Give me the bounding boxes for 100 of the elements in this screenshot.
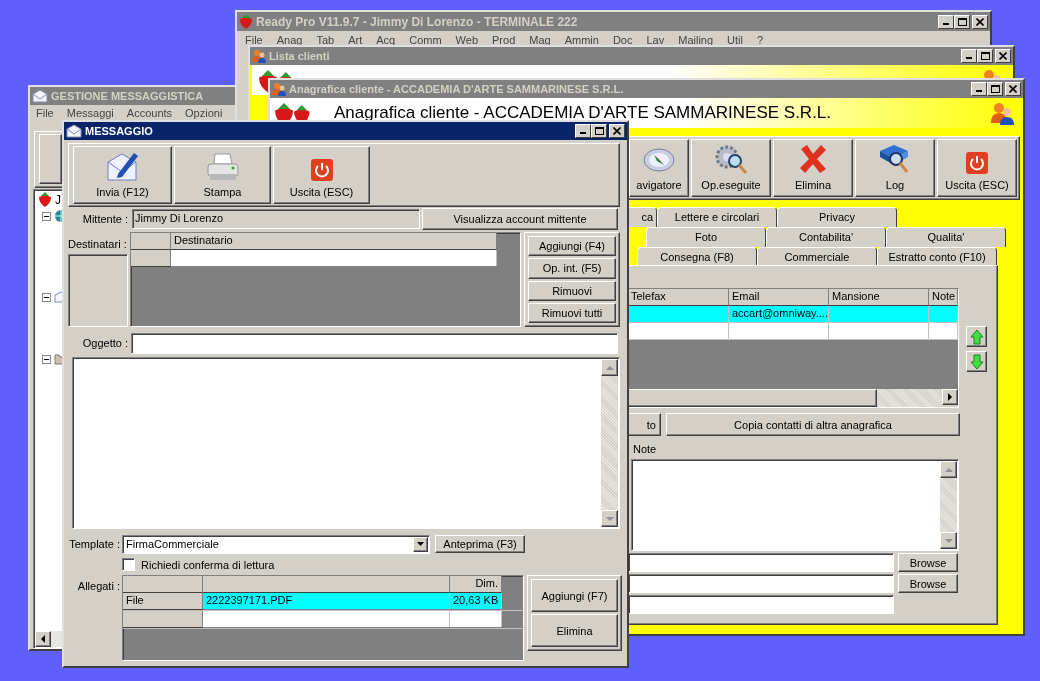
button[interactable]: to — [628, 413, 661, 436]
menu-item[interactable]: Tab — [316, 34, 335, 48]
minimize-button[interactable] — [971, 82, 987, 96]
column-header[interactable]: Telefax — [628, 289, 729, 306]
maximize-button[interactable] — [591, 124, 607, 138]
menu-item[interactable]: Messaggi — [66, 107, 114, 121]
menu-item[interactable]: Acq — [376, 34, 396, 48]
tab[interactable]: Qualita' — [886, 227, 1006, 247]
close-button[interactable] — [995, 49, 1011, 63]
menu-item[interactable]: Mag — [529, 34, 551, 48]
field-label: Note — [633, 443, 658, 457]
toolbar-button[interactable]: Log — [855, 139, 935, 197]
toolbar-button[interactable]: Uscita (ESC) — [273, 146, 370, 204]
maximize-button[interactable] — [954, 14, 970, 29]
button[interactable]: Anteprima (F3) — [435, 535, 525, 553]
menu-item[interactable]: Anag — [276, 34, 303, 48]
minimize-button[interactable] — [575, 124, 591, 138]
move-down-button[interactable] — [966, 351, 987, 372]
table-row[interactable] — [123, 611, 523, 629]
button[interactable]: Op. int. (F5) — [528, 258, 616, 279]
table-cell: 2222397171.PDF — [206, 594, 293, 606]
checkbox-label: Richiedi conferma di lettura — [141, 558, 275, 571]
scroll-up-button[interactable] — [601, 359, 618, 376]
collapse-icon[interactable] — [42, 354, 51, 364]
input-field[interactable] — [628, 553, 894, 572]
toolbar-button[interactable]: Op.eseguite — [691, 139, 771, 197]
field-label: Oggetto : — [81, 337, 128, 349]
menu-item[interactable]: Opzioni — [185, 107, 223, 121]
subject-field[interactable] — [131, 332, 618, 354]
scroll-thumb[interactable] — [628, 389, 877, 407]
toolbar-button[interactable]: Uscita (ESC) — [937, 139, 1017, 197]
button[interactable]: Copia contatti di altra anagrafica — [666, 413, 960, 436]
button[interactable]: Rimuovi tutti — [528, 302, 616, 323]
scroll-right-button[interactable] — [942, 389, 958, 405]
browse-button[interactable]: Browse — [898, 553, 958, 572]
scroll-left-button[interactable] — [35, 631, 51, 647]
scroll-down-button[interactable] — [940, 532, 957, 549]
menu-item[interactable]: File — [36, 107, 54, 121]
notes-field[interactable] — [631, 459, 959, 551]
tab[interactable]: Lettere e circolari — [657, 207, 777, 227]
minimize-button[interactable] — [938, 14, 954, 29]
column-header[interactable]: Destinatario — [171, 233, 497, 250]
menu-item[interactable]: Web — [455, 34, 479, 48]
collapse-icon[interactable] — [42, 292, 51, 302]
toolbar-button[interactable] — [39, 134, 62, 184]
menu-item[interactable]: Prod — [492, 34, 516, 48]
menu-item[interactable]: ? — [757, 34, 764, 48]
menu-item[interactable]: File — [245, 34, 263, 48]
tab[interactable]: Privacy — [777, 207, 897, 227]
field-label: Mittente : — [81, 213, 128, 225]
table-row[interactable]: accart@omniway.... — [628, 306, 958, 323]
maximize-button[interactable] — [987, 82, 1003, 96]
collapse-icon[interactable] — [42, 211, 51, 221]
toolbar-button[interactable]: Elimina — [773, 139, 853, 197]
toolbar-button[interactable]: Invia (F12) — [73, 146, 172, 204]
close-button[interactable] — [972, 14, 988, 29]
button[interactable]: Visualizza account mittente — [422, 208, 618, 230]
toolbar-button[interactable]: Stampa — [174, 146, 271, 204]
menu-item[interactable]: Comm — [409, 34, 442, 48]
scroll-down-button[interactable] — [601, 510, 618, 527]
tab[interactable]: Contabilita' — [766, 227, 886, 247]
menu-item[interactable]: Doc — [612, 34, 633, 48]
browse-button[interactable]: Browse — [898, 574, 958, 593]
arrow-up-icon — [969, 328, 984, 345]
message-field[interactable] — [72, 357, 620, 529]
move-up-button[interactable] — [966, 326, 987, 347]
tab[interactable]: Foto — [646, 227, 766, 247]
tab[interactable]: Commerciale — [757, 247, 877, 267]
template-dropdown[interactable]: FirmaCommerciale — [122, 534, 430, 554]
tab[interactable]: Estratto conto (F10) — [877, 247, 997, 267]
envelope-icon — [32, 89, 48, 103]
sender-field: Jimmy Di Lorenzo — [132, 209, 420, 229]
toolbar-button[interactable]: avigatore — [629, 139, 689, 197]
column-header[interactable]: Mansione — [829, 289, 929, 306]
power-icon — [965, 151, 989, 175]
tab[interactable]: Consegna (F8) — [637, 247, 757, 267]
checkbox[interactable] — [122, 558, 135, 571]
column-header[interactable]: Dim. — [450, 576, 502, 593]
button[interactable]: Rimuovi — [528, 280, 616, 301]
button[interactable]: Aggiungi (F7) — [531, 579, 618, 612]
minimize-button[interactable] — [961, 49, 977, 63]
column-header[interactable]: Email — [729, 289, 829, 306]
input-field[interactable] — [628, 574, 894, 593]
input-field[interactable] — [628, 595, 894, 614]
menu-item[interactable]: Util — [727, 34, 743, 48]
close-button[interactable] — [1005, 82, 1021, 96]
menu-item[interactable]: Ammin — [564, 34, 599, 48]
menu-item[interactable]: Accounts — [126, 107, 173, 121]
button[interactable]: Elimina — [531, 614, 618, 647]
tree-item[interactable]: J — [55, 193, 61, 207]
power-icon — [309, 158, 334, 182]
column-header[interactable]: Note — [929, 289, 958, 306]
menu-item[interactable]: Art — [348, 34, 363, 48]
button[interactable]: Aggiungi (F4) — [528, 236, 616, 257]
maximize-button[interactable] — [977, 49, 993, 63]
menu-item[interactable]: Lav — [646, 34, 665, 48]
scroll-up-button[interactable] — [940, 461, 957, 478]
arrow-down-icon — [969, 353, 984, 370]
menu-item[interactable]: Mailing — [678, 34, 714, 48]
close-button[interactable] — [609, 124, 625, 138]
